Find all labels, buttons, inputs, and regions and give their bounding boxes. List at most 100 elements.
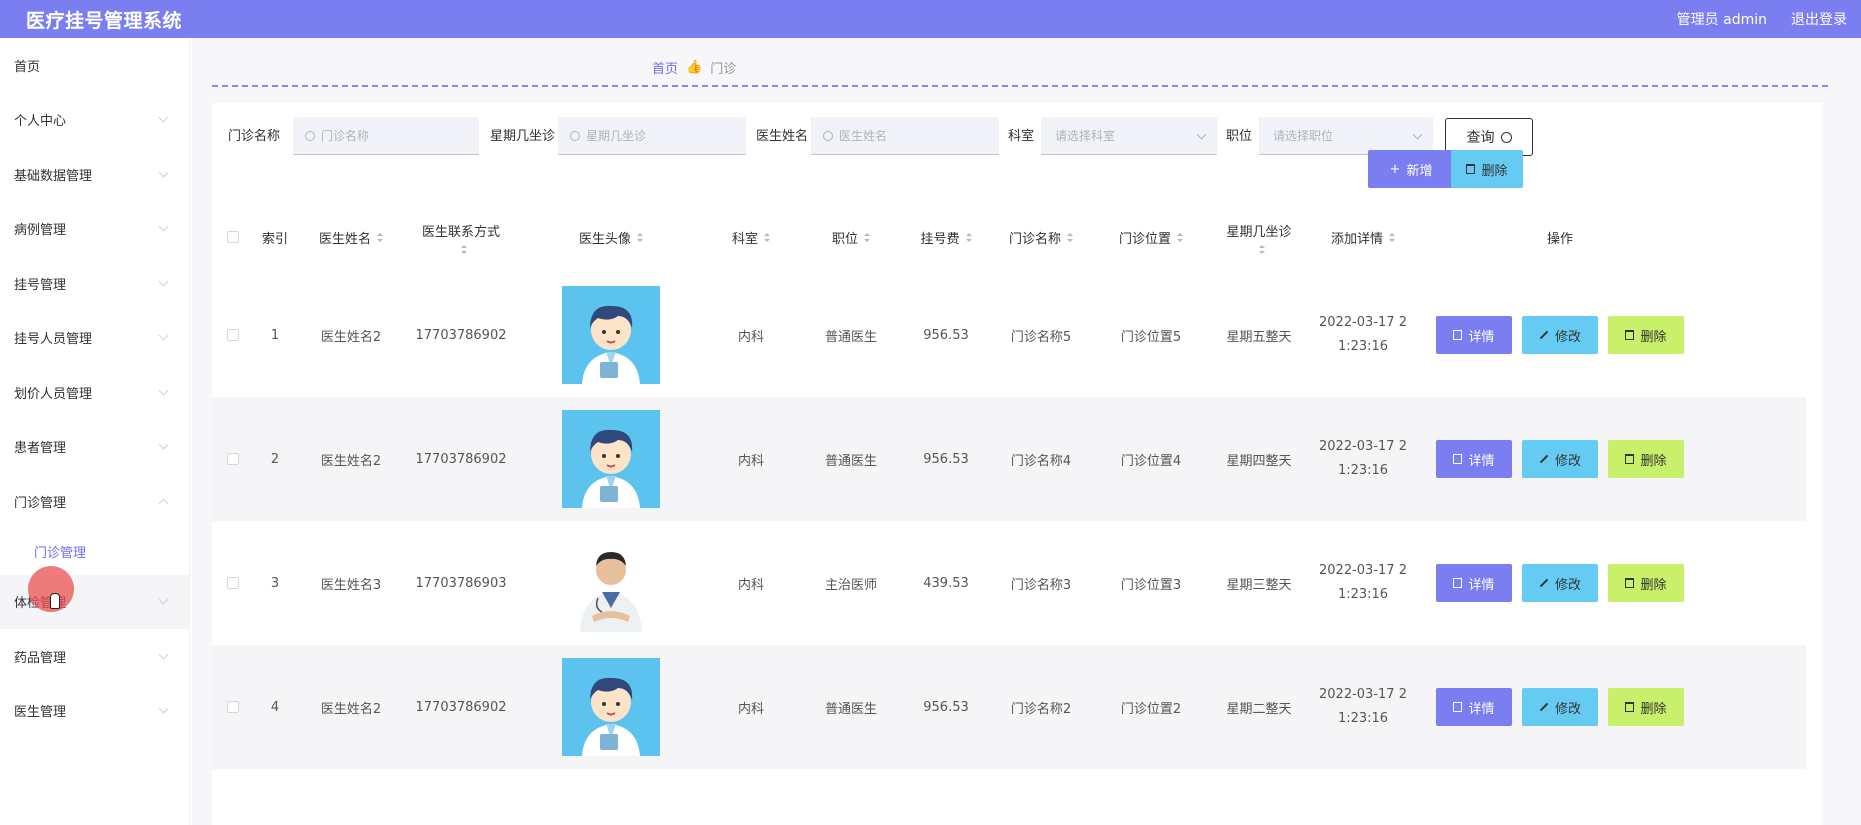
detail-button[interactable]: 详情 <box>1436 564 1512 602</box>
header-position[interactable]: 职位 <box>796 201 906 273</box>
edit-button[interactable]: 修改 <box>1522 688 1598 726</box>
chevron-down-icon <box>158 594 169 605</box>
search-icon <box>1500 131 1512 143</box>
sidebar-item-clinic[interactable]: 门诊管理 <box>0 474 189 529</box>
header-doctor-name[interactable]: 医生姓名 <box>296 201 406 273</box>
sidebar-item-label: 个人中心 <box>14 114 67 130</box>
header-clinic-name[interactable]: 门诊名称 <box>986 201 1096 273</box>
cell-added-detail: 2022-03-17 2 1:23:16 <box>1312 397 1414 521</box>
sidebar-item-cases[interactable]: 病例管理 <box>0 202 189 257</box>
position-label: 职位 <box>1226 129 1253 144</box>
sidebar-item-registration-staff[interactable]: 挂号人员管理 <box>0 311 189 366</box>
header-operations: 操作 <box>1546 231 1573 247</box>
search-icon <box>823 130 833 141</box>
header-index: 索引 <box>261 231 288 247</box>
delete-button[interactable]: 删除 <box>1608 688 1684 726</box>
date-line: 2022-03-17 2 <box>1319 563 1407 578</box>
doctor-avatar <box>562 658 660 756</box>
department-select[interactable]: 请选择科室 <box>1041 117 1217 155</box>
weekday-input[interactable]: 星期几坐诊 <box>558 117 746 155</box>
cell-added-detail: 2022-03-17 2 1:23:16 <box>1312 645 1414 769</box>
sidebar-item-medicine[interactable]: 药品管理 <box>0 629 189 684</box>
sidebar-item-basic-data[interactable]: 基础数据管理 <box>0 147 189 202</box>
sidebar-item-pricing-staff[interactable]: 划价人员管理 <box>0 365 189 420</box>
sidebar-item-personal-center[interactable]: 个人中心 <box>0 93 189 148</box>
row-checkbox[interactable] <box>227 577 239 589</box>
row-checkbox[interactable] <box>227 329 239 341</box>
search-icon <box>305 130 315 141</box>
sidebar-item-home[interactable]: 首页 <box>0 38 189 93</box>
sidebar-subitem-clinic-management[interactable]: 门诊管理 <box>0 528 189 575</box>
cell-operations: 详情 修改 删除 <box>1414 521 1706 645</box>
batch-delete-button[interactable]: 删除 <box>1451 150 1523 188</box>
table-row: 3 医生姓名3 17703786903 内科 主治医师 439.53 门诊名称3… <box>212 521 1806 645</box>
row-select-cell <box>212 397 254 521</box>
cell-avatar <box>516 645 706 769</box>
cell-fee: 956.53 <box>923 327 969 343</box>
cell-doctor-name: 医生姓名2 <box>320 453 382 469</box>
cell-position: 主治医师 <box>824 577 877 593</box>
cell-position: 普通医生 <box>824 701 877 717</box>
cell-index: 4 <box>270 699 280 715</box>
header-weekday[interactable]: 星期几坐诊 <box>1206 201 1312 273</box>
plus-icon: + <box>1389 161 1401 177</box>
weekday-label: 星期几坐诊 <box>490 129 556 144</box>
sidebar-item-registration[interactable]: 挂号管理 <box>0 256 189 311</box>
header-clinic-location[interactable]: 门诊位置 <box>1096 201 1206 273</box>
chevron-down-icon <box>158 330 169 341</box>
document-icon <box>1453 702 1463 712</box>
doctor-avatar-image <box>562 534 660 632</box>
detail-button[interactable]: 详情 <box>1436 440 1512 478</box>
row-checkbox[interactable] <box>227 701 239 713</box>
clinic-name-input[interactable]: 门诊名称 <box>293 117 479 155</box>
chevron-down-icon <box>158 112 169 123</box>
cell-phone: 17703786902 <box>415 699 507 715</box>
cell-department: 内科 <box>737 453 764 469</box>
select-all-checkbox[interactable] <box>227 231 239 243</box>
trash-icon <box>1625 330 1635 340</box>
cell-operations: 详情 修改 删除 <box>1414 397 1706 521</box>
breadcrumb-home[interactable]: 首页 <box>652 58 678 77</box>
doctor-avatar-image <box>562 410 660 508</box>
select-placeholder: 请选择科室 <box>1055 129 1116 143</box>
delete-button[interactable]: 删除 <box>1608 564 1684 602</box>
detail-button[interactable]: 详情 <box>1436 688 1512 726</box>
sort-icon <box>1067 232 1073 242</box>
add-button[interactable]: + 新增 <box>1368 150 1454 188</box>
header-department[interactable]: 科室 <box>706 201 796 273</box>
edit-label: 修改 <box>1554 577 1581 593</box>
delete-button[interactable]: 删除 <box>1608 316 1684 354</box>
header-added-detail[interactable]: 添加详情 <box>1312 201 1414 273</box>
cell-avatar <box>516 273 706 397</box>
sort-icon <box>864 232 870 242</box>
edit-button[interactable]: 修改 <box>1522 440 1598 478</box>
sidebar-item-doctors[interactable]: 医生管理 <box>0 684 189 739</box>
doctor-name-input[interactable]: 医生姓名 <box>811 117 999 155</box>
chevron-down-icon <box>1196 129 1207 139</box>
detail-button[interactable]: 详情 <box>1436 316 1512 354</box>
sidebar-item-patients[interactable]: 患者管理 <box>0 420 189 475</box>
logout-link[interactable]: 退出登录 <box>1791 9 1847 29</box>
cell-department: 内科 <box>737 577 764 593</box>
cell-phone: 17703786902 <box>415 451 507 467</box>
header-doctor-avatar[interactable]: 医生头像 <box>516 201 706 273</box>
row-select-cell <box>212 273 254 397</box>
edit-button[interactable]: 修改 <box>1522 316 1598 354</box>
header-doctor-contact[interactable]: 医生联系方式 <box>406 201 516 273</box>
cell-avatar <box>516 521 706 645</box>
trash-icon <box>1466 164 1476 174</box>
sort-icon <box>461 244 467 254</box>
edit-button[interactable]: 修改 <box>1522 564 1598 602</box>
sort-icon <box>1177 232 1183 242</box>
delete-label: 删除 <box>1640 453 1667 469</box>
header-fee[interactable]: 挂号费 <box>906 201 986 273</box>
row-checkbox[interactable] <box>227 453 239 465</box>
delete-button[interactable]: 删除 <box>1608 440 1684 478</box>
header-label: 职位 <box>831 231 858 247</box>
time-line: 1:23:16 <box>1337 463 1389 478</box>
chevron-down-icon <box>158 385 169 396</box>
date-line: 2022-03-17 2 <box>1319 439 1407 454</box>
header-label: 医生头像 <box>578 231 631 247</box>
cell-index: 1 <box>270 327 280 343</box>
detail-label: 详情 <box>1468 577 1495 593</box>
